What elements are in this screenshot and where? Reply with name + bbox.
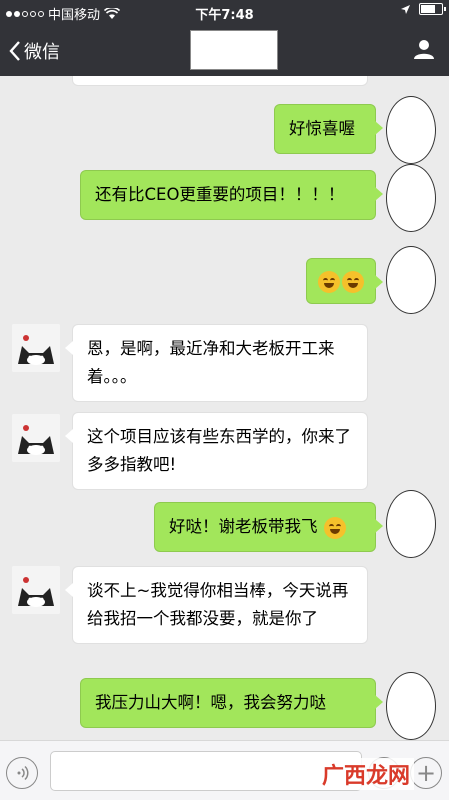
contact-name-redacted	[190, 30, 278, 70]
voice-icon	[17, 765, 29, 781]
message-bubble-right: 我压力山大啊！嗯，我会努力哒	[80, 678, 383, 728]
message-text: 这个项目应该有些东西学的，你来了多多指教吧!	[87, 427, 351, 474]
person-icon	[414, 40, 434, 59]
message-text: 我压力山大啊！嗯，我会努力哒	[95, 693, 326, 712]
avatar-self[interactable]	[386, 246, 436, 314]
cat-avatar-icon	[12, 324, 60, 372]
message-bubble-left: 这个项目应该有些东西学的，你来了多多指教吧!	[65, 412, 368, 490]
message-bubble-right: 还有比CEO更重要的项目！！！！	[80, 170, 383, 220]
message-bubble-right: 好哒！谢老板带我飞	[154, 502, 383, 552]
more-button[interactable]: +	[410, 757, 442, 789]
message-bubble-partial	[72, 76, 368, 86]
message-bubble-left: 谈不上~我觉得你相当棒，今天说再给我招一个我都没要，就是你了	[65, 566, 368, 644]
plus-icon: +	[415, 759, 437, 787]
message-text: 恩，是啊，最近净和大老板开工来着。。。	[87, 339, 335, 386]
avatar-contact[interactable]	[12, 414, 60, 462]
chat-area[interactable]: 好惊喜喔 还有比CEO更重要的项目！！！！ 恩，是啊，最近净和大老板开工来着。。…	[0, 76, 449, 740]
message-text: 好惊喜喔	[289, 119, 355, 138]
message-text: 好哒！谢老板带我飞	[169, 517, 318, 536]
status-time: 下午7:48	[195, 8, 254, 23]
message-bubble-right	[306, 258, 383, 304]
back-button[interactable]: 微信	[8, 38, 60, 64]
message-text: 还有比CEO更重要的项目！！！！	[95, 185, 345, 204]
location-icon	[401, 4, 410, 14]
tears-of-joy-emoji-icon	[342, 270, 364, 293]
heart-eyes-emoji-icon	[323, 516, 346, 539]
avatar-self[interactable]	[386, 96, 436, 164]
voice-button[interactable]	[6, 757, 38, 789]
status-bar: 中国移动 下午7:48	[0, 0, 449, 24]
cat-avatar-icon	[12, 566, 60, 614]
message-bubble-left: 恩，是啊，最近净和大老板开工来着。。。	[65, 324, 368, 402]
tears-of-joy-emoji-icon	[318, 270, 340, 293]
message-text: 谈不上~我觉得你相当棒，今天说再给我招一个我都没要，就是你了	[87, 581, 349, 628]
watermark: 广西龙网	[318, 758, 415, 790]
avatar-self[interactable]	[386, 164, 436, 232]
avatar-self[interactable]	[386, 490, 436, 558]
avatar-contact[interactable]	[12, 324, 60, 372]
message-bubble-right: 好惊喜喔	[274, 104, 383, 154]
nav-bar: 微信	[0, 24, 449, 76]
avatar-contact[interactable]	[12, 566, 60, 614]
chevron-left-icon	[9, 41, 20, 61]
battery-icon	[419, 3, 446, 15]
cat-avatar-icon	[12, 414, 60, 462]
profile-button[interactable]	[413, 38, 435, 64]
message-input[interactable]	[50, 751, 362, 791]
back-label: 微信	[24, 42, 60, 63]
avatar-self[interactable]	[386, 672, 436, 740]
status-right	[400, 3, 446, 15]
